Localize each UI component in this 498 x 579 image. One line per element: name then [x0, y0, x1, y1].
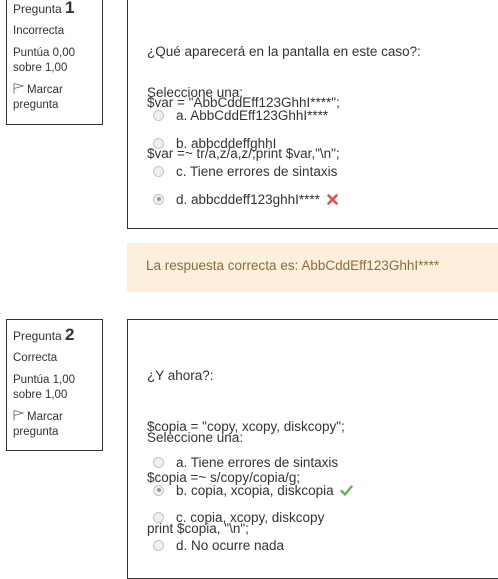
question-info-2: Pregunta 2 Correcta Puntúa 1,00 sobre 1,…	[6, 319, 103, 451]
question-text-line: ¿Qué aparecerá en la pantalla en este ca…	[147, 44, 421, 59]
flag-question-button[interactable]: Marcar pregunta	[13, 83, 96, 113]
radio-icon[interactable]	[153, 193, 164, 205]
radio-icon[interactable]	[153, 165, 164, 177]
answer-option-label: a. Tiene errores de sintaxis	[176, 454, 339, 470]
flag-question-button[interactable]: Marcar pregunta	[13, 410, 96, 440]
question-number-value: 2	[65, 325, 75, 344]
question-grade: Puntúa 1,00 sobre 1,00	[13, 374, 76, 401]
answer-option-label: b. copia, xcopia, diskcopia	[176, 482, 334, 498]
radio-icon[interactable]	[153, 539, 164, 551]
question-state: Incorrecta	[13, 25, 65, 37]
question-number: Pregunta 1	[13, 0, 96, 18]
radio-icon[interactable]	[153, 109, 164, 121]
answer-option-label: d. abbcddeff123ghhI****	[176, 191, 320, 207]
answer-option-label: c. Tiene errores de sintaxis	[176, 163, 338, 179]
answer-option-c[interactable]: c. copia, xcopy, diskcopy	[153, 508, 324, 526]
right-answer-feedback: La respuesta correcta es: AbbCddEff123Gh…	[127, 243, 498, 292]
answer-prompt: Seleccione una:	[147, 85, 244, 100]
question-content-2: ¿Y ahora?: $copia = "copy, xcopy, diskco…	[127, 319, 498, 579]
question-number-label: Pregunta	[13, 329, 62, 343]
answer-option-label: d. No ocurre nada	[176, 537, 285, 553]
answer-option-b[interactable]: b. copia, xcopia, diskcopia	[153, 481, 353, 499]
radio-icon[interactable]	[153, 456, 164, 468]
flag-icon	[13, 83, 25, 94]
radio-icon[interactable]	[153, 137, 164, 149]
question-number-value: 1	[65, 0, 75, 17]
answer-option-label: c. copia, xcopy, diskcopy	[176, 509, 325, 525]
answer-option-a[interactable]: a. Tiene errores de sintaxis	[153, 453, 338, 471]
right-answer-text: La respuesta correcta es: AbbCddEff123Gh…	[146, 258, 440, 273]
answer-prompt: Seleccione una:	[147, 430, 244, 445]
question-number-label: Pregunta	[13, 2, 62, 16]
question-text-line: ¿Y ahora?:	[147, 368, 214, 383]
answer-option-a[interactable]: a. AbbCddEff123GhhI****	[153, 106, 328, 124]
answer-option-label: b. abbcddeffghhI	[176, 135, 277, 151]
answer-option-d[interactable]: d. No ocurre nada	[153, 536, 284, 554]
answer-option-c[interactable]: c. Tiene errores de sintaxis	[153, 162, 337, 180]
radio-icon[interactable]	[153, 484, 164, 496]
question-info-1: Pregunta 1 Incorrecta Puntúa 0,00 sobre …	[6, 0, 103, 125]
check-icon	[339, 484, 353, 496]
flag-icon	[13, 410, 25, 421]
radio-icon[interactable]	[153, 511, 164, 523]
answer-option-b[interactable]: b. abbcddeffghhI	[153, 134, 276, 152]
answer-option-label: a. AbbCddEff123GhhI****	[176, 107, 329, 123]
answer-option-d[interactable]: d. abbcddeff123ghhI****	[153, 190, 339, 208]
question-content-1: ¿Qué aparecerá en la pantalla en este ca…	[127, 0, 498, 229]
question-number: Pregunta 2	[13, 326, 96, 345]
question-grade: Puntúa 0,00 sobre 1,00	[13, 47, 76, 74]
question-state: Correcta	[13, 352, 58, 364]
cross-icon	[327, 193, 338, 205]
